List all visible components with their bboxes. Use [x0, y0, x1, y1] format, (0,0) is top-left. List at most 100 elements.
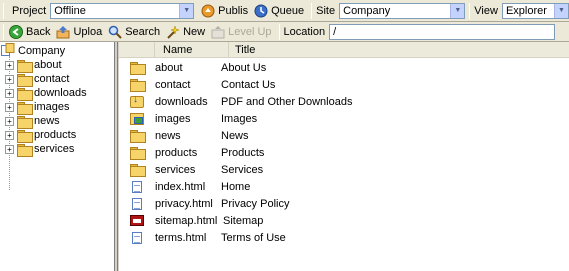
chevron-down-icon[interactable]: ▼ — [554, 3, 568, 18]
row-title: Privacy Policy — [221, 197, 290, 210]
folder-icon — [17, 143, 33, 157]
column-header-name[interactable]: Name — [155, 42, 229, 58]
upload-label: Uploa — [73, 25, 103, 38]
back-button[interactable]: Back — [6, 23, 53, 41]
level-up-label: Level Up — [228, 25, 272, 38]
row-title: Terms of Use — [221, 231, 286, 244]
list-header: Name Title — [119, 42, 569, 58]
row-title: News — [221, 129, 249, 142]
row-title: Services — [221, 163, 264, 176]
expand-icon[interactable]: + — [5, 144, 14, 154]
folder-icon — [17, 73, 33, 87]
row-name: products — [155, 146, 198, 159]
list-row-downloads[interactable]: downloads PDF and Other Downloads — [119, 93, 569, 110]
list-row-news[interactable]: news News — [119, 127, 569, 144]
row-title: Products — [221, 146, 265, 159]
upload-icon — [56, 25, 70, 39]
row-title: Sitemap — [223, 214, 264, 227]
row-name: terms.html — [155, 231, 207, 244]
back-label: Back — [26, 25, 51, 38]
tree-item-downloads[interactable]: + downloads — [5, 86, 87, 101]
upload-button[interactable]: Uploa — [53, 23, 105, 41]
toolbar-grip — [3, 2, 4, 19]
queue-label: Queue — [271, 4, 305, 17]
back-arrow-icon — [9, 24, 23, 39]
project-label: Project — [12, 4, 47, 17]
toolbar-divider — [469, 2, 471, 19]
file-list: Name Title about About Us contact Contac… — [119, 42, 569, 271]
list-row-terms[interactable]: terms.html Terms of Use — [119, 229, 569, 246]
folder-icon — [130, 62, 146, 75]
queue-button[interactable]: Queue — [251, 2, 307, 20]
toolbar-grip — [3, 23, 4, 40]
new-button[interactable]: New — [163, 23, 208, 41]
pane-splitter[interactable] — [115, 42, 118, 271]
expand-icon[interactable]: + — [5, 60, 14, 70]
list-row-privacy[interactable]: privacy.html Privacy Policy — [119, 195, 569, 212]
project-select[interactable]: Offline ▼ — [50, 2, 195, 19]
tree-root-company[interactable]: Company — [1, 43, 66, 58]
site-select-value: Company — [343, 4, 391, 17]
list-row-services[interactable]: services Services — [119, 161, 569, 178]
tree-item-label: images — [34, 101, 70, 113]
project-select-value: Offline — [54, 4, 86, 17]
new-label: New — [183, 25, 206, 38]
folder-icon — [17, 129, 33, 143]
search-icon — [108, 25, 122, 39]
publish-button[interactable]: Publis — [198, 2, 251, 20]
column-header-title[interactable]: Title — [229, 42, 569, 58]
new-item-icon — [166, 24, 180, 39]
column-header-icon[interactable] — [119, 42, 155, 58]
images-folder-icon — [130, 112, 144, 125]
site-select[interactable]: Company ▼ — [339, 2, 466, 19]
list-row-sitemap[interactable]: sitemap.html Sitemap — [119, 212, 569, 229]
tree-item-news[interactable]: + news — [5, 114, 60, 129]
tree-item-label: downloads — [34, 87, 87, 99]
expand-icon[interactable]: + — [5, 74, 14, 84]
expand-icon[interactable]: + — [5, 102, 14, 112]
tree-item-contact[interactable]: + contact — [5, 72, 69, 87]
tree-item-services[interactable]: + services — [5, 142, 75, 157]
publish-icon — [201, 4, 215, 18]
search-button[interactable]: Search — [105, 23, 163, 41]
folder-icon — [130, 147, 146, 160]
row-name: sitemap.html — [155, 214, 218, 227]
tree-item-products[interactable]: + products — [5, 128, 77, 143]
list-row-products[interactable]: products Products — [119, 144, 569, 161]
tree-item-label: news — [34, 115, 60, 127]
tree-item-label: products — [34, 129, 77, 141]
row-name: privacy.html — [155, 197, 213, 210]
list-row-contact[interactable]: contact Contact Us — [119, 76, 569, 93]
tree-item-label: services — [34, 143, 75, 155]
expand-icon[interactable]: + — [5, 130, 14, 140]
folder-icon — [130, 130, 146, 143]
tree-item-images[interactable]: + images — [5, 100, 70, 115]
downloads-folder-icon — [130, 94, 144, 108]
tree-item-about[interactable]: + about — [5, 58, 62, 73]
page-icon — [132, 231, 142, 244]
expand-icon[interactable]: + — [5, 116, 14, 126]
view-select[interactable]: Explorer ▼ — [501, 2, 569, 19]
row-name: about — [155, 61, 183, 74]
row-name: news — [155, 129, 181, 142]
level-up-button[interactable]: Level Up — [208, 23, 274, 41]
chevron-down-icon[interactable]: ▼ — [179, 3, 194, 18]
folder-tree: Company + about + contact + downloads + … — [0, 42, 115, 271]
tree-item-label: about — [34, 59, 62, 71]
row-title: Images — [221, 112, 258, 125]
list-row-about[interactable]: about About Us — [119, 59, 569, 76]
site-label: Site — [316, 4, 336, 17]
tree-root-label: Company — [18, 45, 66, 57]
expand-icon[interactable]: + — [5, 88, 14, 98]
top-toolbar: Project Offline ▼ Publis Queue Site Comp… — [0, 0, 569, 22]
location-input[interactable]: / — [329, 23, 556, 40]
row-title: About Us — [221, 61, 267, 74]
folder-icon — [130, 79, 146, 92]
row-name: services — [155, 163, 196, 176]
location-label: Location — [283, 25, 326, 38]
level-up-icon — [211, 25, 225, 39]
list-row-index[interactable]: index.html Home — [119, 178, 569, 195]
list-row-images[interactable]: images Images — [119, 110, 569, 127]
chevron-down-icon[interactable]: ▼ — [450, 3, 465, 18]
row-name: downloads — [155, 95, 208, 108]
